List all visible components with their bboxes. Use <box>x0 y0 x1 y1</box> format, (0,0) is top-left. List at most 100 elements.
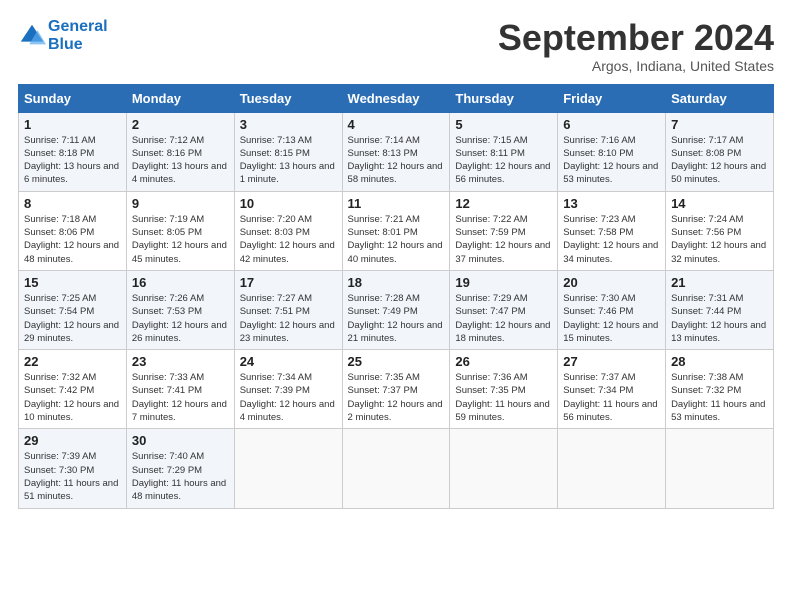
day-detail: Sunrise: 7:40 AMSunset: 7:29 PMDaylight:… <box>132 450 229 503</box>
day-detail: Sunrise: 7:18 AMSunset: 8:06 PMDaylight:… <box>24 213 121 266</box>
calendar-cell: 20 Sunrise: 7:30 AMSunset: 7:46 PMDayligh… <box>558 270 666 349</box>
calendar-cell: 26 Sunrise: 7:36 AMSunset: 7:35 PMDayligh… <box>450 350 558 429</box>
day-number: 12 <box>455 196 552 211</box>
day-number: 21 <box>671 275 768 290</box>
day-detail: Sunrise: 7:13 AMSunset: 8:15 PMDaylight:… <box>240 134 337 187</box>
day-detail: Sunrise: 7:28 AMSunset: 7:49 PMDaylight:… <box>348 292 445 345</box>
day-detail: Sunrise: 7:37 AMSunset: 7:34 PMDaylight:… <box>563 371 660 424</box>
day-detail: Sunrise: 7:29 AMSunset: 7:47 PMDaylight:… <box>455 292 552 345</box>
day-detail: Sunrise: 7:22 AMSunset: 7:59 PMDaylight:… <box>455 213 552 266</box>
calendar-cell: 5 Sunrise: 7:15 AMSunset: 8:11 PMDaylight… <box>450 112 558 191</box>
day-detail: Sunrise: 7:11 AMSunset: 8:18 PMDaylight:… <box>24 134 121 187</box>
day-detail: Sunrise: 7:27 AMSunset: 7:51 PMDaylight:… <box>240 292 337 345</box>
calendar-cell: 23 Sunrise: 7:33 AMSunset: 7:41 PMDayligh… <box>126 350 234 429</box>
day-detail: Sunrise: 7:19 AMSunset: 8:05 PMDaylight:… <box>132 213 229 266</box>
header: General Blue September 2024 Argos, India… <box>18 18 774 74</box>
calendar-cell: 4 Sunrise: 7:14 AMSunset: 8:13 PMDaylight… <box>342 112 450 191</box>
calendar-cell: 12 Sunrise: 7:22 AMSunset: 7:59 PMDayligh… <box>450 191 558 270</box>
day-number: 7 <box>671 117 768 132</box>
day-detail: Sunrise: 7:32 AMSunset: 7:42 PMDaylight:… <box>24 371 121 424</box>
day-detail: Sunrise: 7:17 AMSunset: 8:08 PMDaylight:… <box>671 134 768 187</box>
calendar-cell: 27 Sunrise: 7:37 AMSunset: 7:34 PMDayligh… <box>558 350 666 429</box>
calendar-cell: 18 Sunrise: 7:28 AMSunset: 7:49 PMDayligh… <box>342 270 450 349</box>
logo-icon <box>18 22 46 50</box>
calendar-cell: 16 Sunrise: 7:26 AMSunset: 7:53 PMDayligh… <box>126 270 234 349</box>
day-number: 18 <box>348 275 445 290</box>
day-number: 26 <box>455 354 552 369</box>
logo-text: General Blue <box>48 18 108 53</box>
calendar-cell: 6 Sunrise: 7:16 AMSunset: 8:10 PMDaylight… <box>558 112 666 191</box>
day-number: 6 <box>563 117 660 132</box>
calendar-week-row: 22 Sunrise: 7:32 AMSunset: 7:42 PMDayligh… <box>19 350 774 429</box>
day-detail: Sunrise: 7:20 AMSunset: 8:03 PMDaylight:… <box>240 213 337 266</box>
day-detail: Sunrise: 7:15 AMSunset: 8:11 PMDaylight:… <box>455 134 552 187</box>
calendar-cell: 14 Sunrise: 7:24 AMSunset: 7:56 PMDayligh… <box>666 191 774 270</box>
calendar-cell: 22 Sunrise: 7:32 AMSunset: 7:42 PMDayligh… <box>19 350 127 429</box>
day-number: 5 <box>455 117 552 132</box>
location: Argos, Indiana, United States <box>498 58 774 74</box>
day-detail: Sunrise: 7:31 AMSunset: 7:44 PMDaylight:… <box>671 292 768 345</box>
day-number: 27 <box>563 354 660 369</box>
title-block: September 2024 Argos, Indiana, United St… <box>498 18 774 74</box>
day-detail: Sunrise: 7:16 AMSunset: 8:10 PMDaylight:… <box>563 134 660 187</box>
day-detail: Sunrise: 7:30 AMSunset: 7:46 PMDaylight:… <box>563 292 660 345</box>
day-number: 20 <box>563 275 660 290</box>
calendar-body: 1 Sunrise: 7:11 AMSunset: 8:18 PMDaylight… <box>19 112 774 508</box>
weekday-header-monday: Monday <box>126 84 234 112</box>
calendar-cell <box>342 429 450 508</box>
calendar-cell: 29 Sunrise: 7:39 AMSunset: 7:30 PMDayligh… <box>19 429 127 508</box>
calendar-cell <box>450 429 558 508</box>
day-number: 23 <box>132 354 229 369</box>
weekday-header-thursday: Thursday <box>450 84 558 112</box>
day-number: 9 <box>132 196 229 211</box>
calendar-cell: 28 Sunrise: 7:38 AMSunset: 7:32 PMDayligh… <box>666 350 774 429</box>
day-number: 28 <box>671 354 768 369</box>
calendar-cell: 19 Sunrise: 7:29 AMSunset: 7:47 PMDayligh… <box>450 270 558 349</box>
calendar-week-row: 15 Sunrise: 7:25 AMSunset: 7:54 PMDayligh… <box>19 270 774 349</box>
day-detail: Sunrise: 7:39 AMSunset: 7:30 PMDaylight:… <box>24 450 121 503</box>
day-number: 24 <box>240 354 337 369</box>
day-detail: Sunrise: 7:33 AMSunset: 7:41 PMDaylight:… <box>132 371 229 424</box>
calendar-header-row: SundayMondayTuesdayWednesdayThursdayFrid… <box>19 84 774 112</box>
calendar-cell: 30 Sunrise: 7:40 AMSunset: 7:29 PMDayligh… <box>126 429 234 508</box>
day-number: 22 <box>24 354 121 369</box>
weekday-header-sunday: Sunday <box>19 84 127 112</box>
weekday-header-wednesday: Wednesday <box>342 84 450 112</box>
calendar-cell: 9 Sunrise: 7:19 AMSunset: 8:05 PMDaylight… <box>126 191 234 270</box>
logo: General Blue <box>18 18 108 53</box>
weekday-header-tuesday: Tuesday <box>234 84 342 112</box>
day-detail: Sunrise: 7:25 AMSunset: 7:54 PMDaylight:… <box>24 292 121 345</box>
day-detail: Sunrise: 7:26 AMSunset: 7:53 PMDaylight:… <box>132 292 229 345</box>
day-detail: Sunrise: 7:24 AMSunset: 7:56 PMDaylight:… <box>671 213 768 266</box>
day-number: 15 <box>24 275 121 290</box>
calendar-cell: 11Sunrise: 7:21 AMSunset: 8:01 PMDayligh… <box>342 191 450 270</box>
day-number: 11 <box>348 196 445 211</box>
day-detail: Sunrise: 7:38 AMSunset: 7:32 PMDaylight:… <box>671 371 768 424</box>
day-number: 14 <box>671 196 768 211</box>
day-number: 16 <box>132 275 229 290</box>
day-number: 8 <box>24 196 121 211</box>
calendar-cell: 15 Sunrise: 7:25 AMSunset: 7:54 PMDayligh… <box>19 270 127 349</box>
day-number: 30 <box>132 433 229 448</box>
day-detail: Sunrise: 7:14 AMSunset: 8:13 PMDaylight:… <box>348 134 445 187</box>
calendar-cell: 25Sunrise: 7:35 AMSunset: 7:37 PMDayligh… <box>342 350 450 429</box>
calendar-cell: 13Sunrise: 7:23 AMSunset: 7:58 PMDayligh… <box>558 191 666 270</box>
calendar-cell: 10Sunrise: 7:20 AMSunset: 8:03 PMDayligh… <box>234 191 342 270</box>
calendar-week-row: 1 Sunrise: 7:11 AMSunset: 8:18 PMDaylight… <box>19 112 774 191</box>
calendar-cell: 2Sunrise: 7:12 AMSunset: 8:16 PMDaylight… <box>126 112 234 191</box>
month-title: September 2024 <box>498 18 774 58</box>
day-number: 29 <box>24 433 121 448</box>
day-number: 19 <box>455 275 552 290</box>
calendar-cell <box>558 429 666 508</box>
day-number: 4 <box>348 117 445 132</box>
page: General Blue September 2024 Argos, India… <box>0 0 792 519</box>
calendar-cell <box>234 429 342 508</box>
calendar-week-row: 8 Sunrise: 7:18 AMSunset: 8:06 PMDaylight… <box>19 191 774 270</box>
weekday-header-saturday: Saturday <box>666 84 774 112</box>
day-detail: Sunrise: 7:36 AMSunset: 7:35 PMDaylight:… <box>455 371 552 424</box>
day-number: 17 <box>240 275 337 290</box>
calendar-cell: 21 Sunrise: 7:31 AMSunset: 7:44 PMDayligh… <box>666 270 774 349</box>
day-detail: Sunrise: 7:12 AMSunset: 8:16 PMDaylight:… <box>132 134 229 187</box>
day-number: 1 <box>24 117 121 132</box>
day-detail: Sunrise: 7:34 AMSunset: 7:39 PMDaylight:… <box>240 371 337 424</box>
